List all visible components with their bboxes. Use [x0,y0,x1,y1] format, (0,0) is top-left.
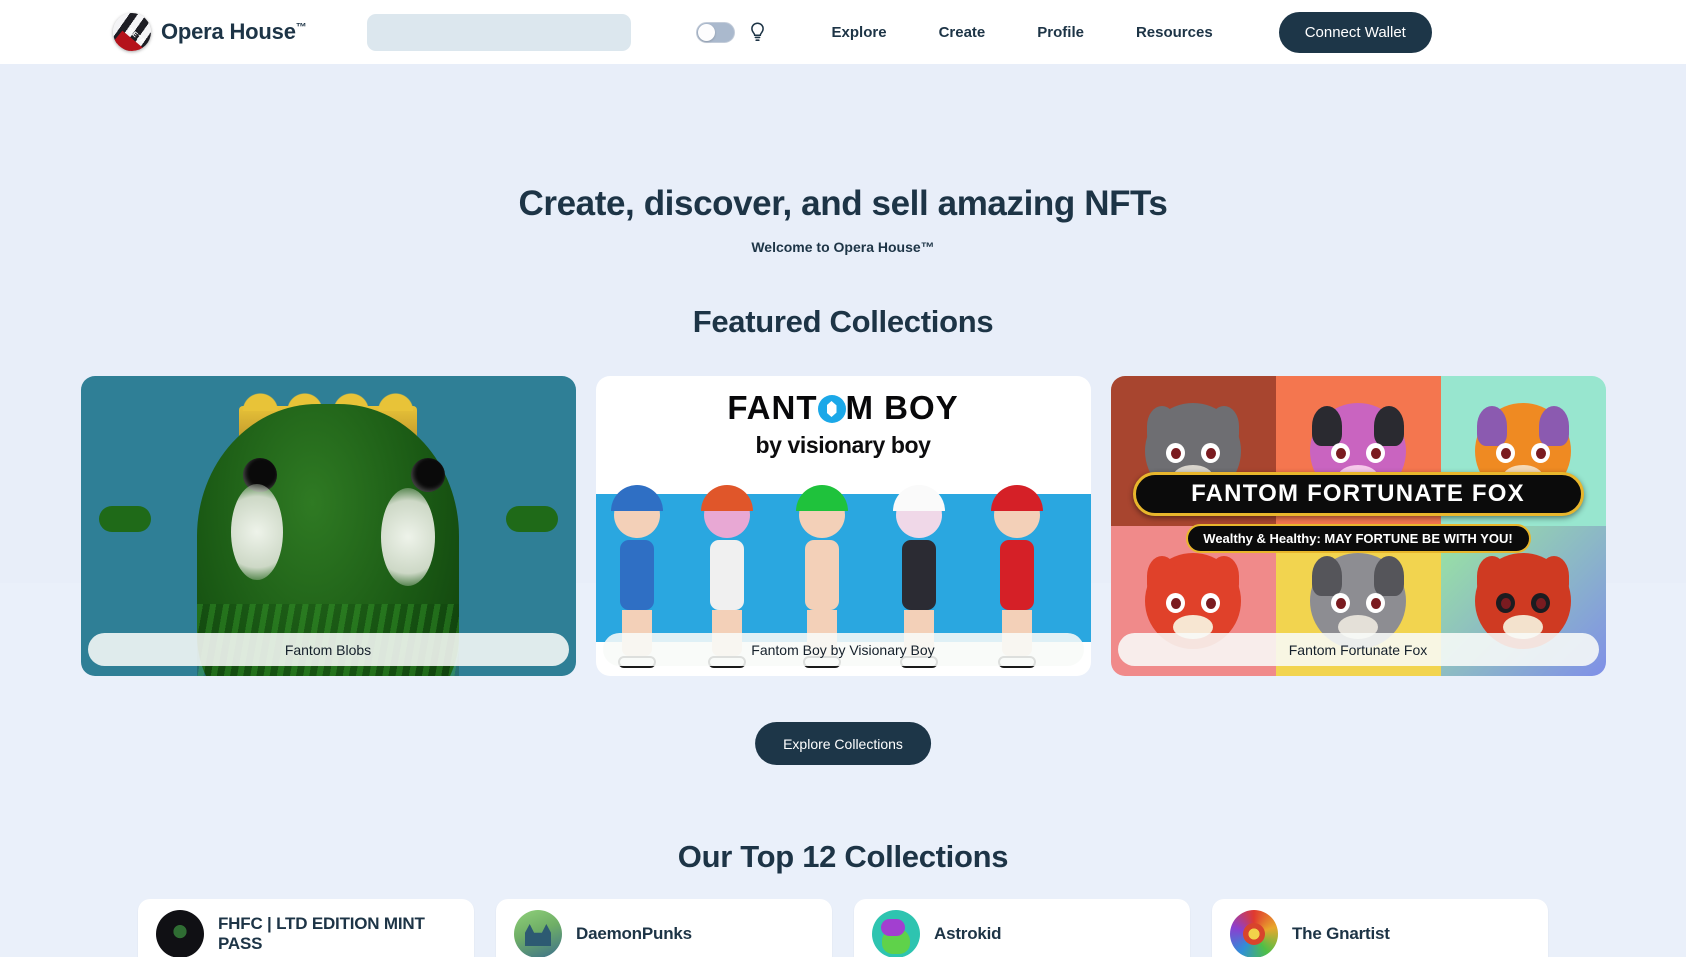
hero-subtitle: Welcome to Opera House™ [751,239,935,255]
fox-banner-title: FANTOM FORTUNATE FOX [1132,472,1584,516]
fantom-boy-logo-text: FANT M BOY [596,389,1091,427]
list-item[interactable]: Astrokid [854,899,1190,957]
blob-arm-left [98,506,151,532]
nav-link-explore[interactable]: Explore [832,24,887,41]
avatar [872,910,920,957]
logo-part-b: M BOY [845,389,959,426]
brand-trademark: ™ [295,21,307,34]
avatar [156,910,204,957]
list-item[interactable]: FHFC | LTD EDITION MINT PASS [138,899,474,957]
page-title: Create, discover, and sell amazing NFTs [518,184,1168,223]
avatar [1230,910,1278,957]
featured-card-label: Fantom Blobs [87,633,569,666]
blob-texture-right [380,488,435,586]
fantom-boy-sublogo-text: by visionary boy [755,432,931,458]
toggle-knob [697,23,715,41]
lightbulb-icon[interactable] [749,21,766,43]
theme-toggle-switch[interactable] [695,21,735,43]
featured-card-fantom-boy[interactable]: FANT M BOY by visionary boy Fantom Boy b… [595,376,1091,676]
featured-collections-row: Fantom Blobs FANT M BOY by visionary boy [0,376,1686,676]
fantom-logo-icon [817,395,846,423]
collection-name: The Gnartist [1292,924,1390,944]
opera-house-logo-icon: BETA [113,13,151,51]
collection-name: DaemonPunks [576,924,692,944]
theme-controls [695,21,766,43]
featured-card-label: Fantom Fortunate Fox [1117,633,1599,666]
nav-link-create[interactable]: Create [939,24,986,41]
featured-card-label: Fantom Boy by Visionary Boy [602,633,1084,666]
collection-name: FHFC | LTD EDITION MINT PASS [218,914,425,953]
brand-logo[interactable]: BETA Opera House™ [113,13,307,51]
blob-texture-left [230,484,283,580]
nav-link-profile[interactable]: Profile [1037,24,1084,41]
list-item[interactable]: DaemonPunks [496,899,832,957]
blob-eye-right [410,458,445,492]
top-collections-row: FHFC | LTD EDITION MINT PASS DaemonPunks… [0,899,1686,957]
page-body: Create, discover, and sell amazing NFTs … [0,64,1686,957]
featured-collections-heading: Featured Collections [692,304,994,339]
collection-name: Astrokid [934,924,1002,944]
blob-artwork [80,376,576,676]
connect-wallet-button[interactable]: Connect Wallet [1278,11,1432,53]
nav-link-resources[interactable]: Resources [1136,24,1213,41]
brand-name-text: Opera House [161,19,296,44]
search-input[interactable] [366,13,631,51]
site-header: BETA Opera House™ Explore Create Profile… [0,0,1686,64]
brand-name: Opera House™ [161,19,307,45]
top-collections-heading: Our Top 12 Collections [677,839,1009,874]
beta-badge-label: BETA [126,26,147,46]
avatar [514,910,562,957]
blob-arm-right [505,506,558,532]
list-item[interactable]: The Gnartist [1212,899,1548,957]
main-navigation: Explore Create Profile Resources [832,24,1213,41]
featured-card-fortunate-fox[interactable]: FANTOM FORTUNATE FOX Wealthy & Healthy: … [1110,376,1606,676]
fantom-boy-artwork: FANT M BOY by visionary boy [595,376,1091,676]
featured-card-fantom-blobs[interactable]: Fantom Blobs [80,376,576,676]
explore-collections-button[interactable]: Explore Collections [755,722,931,765]
logo-part-a: FANT [727,389,818,426]
fox-banner-subtitle: Wealthy & Healthy: MAY FORTUNE BE WITH Y… [1185,524,1531,553]
